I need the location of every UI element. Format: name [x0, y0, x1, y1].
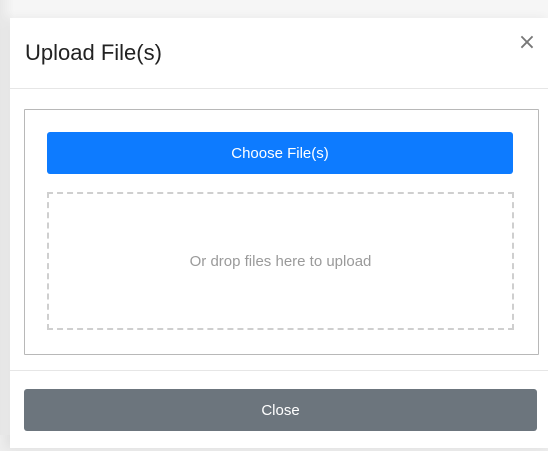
file-drop-zone[interactable]: Or drop files here to upload — [47, 192, 514, 330]
close-icon[interactable]: × — [516, 32, 538, 54]
upload-panel: Choose File(s) Or drop files here to upl… — [24, 109, 539, 355]
modal-title: Upload File(s) — [25, 40, 162, 65]
close-button[interactable]: Close — [24, 389, 537, 431]
upload-modal: Upload File(s) × Choose File(s) Or drop … — [10, 18, 548, 448]
modal-header: Upload File(s) × — [10, 18, 548, 89]
modal-footer: Close — [10, 370, 548, 451]
drop-zone-text: Or drop files here to upload — [189, 252, 372, 270]
choose-files-button[interactable]: Choose File(s) — [47, 132, 513, 174]
